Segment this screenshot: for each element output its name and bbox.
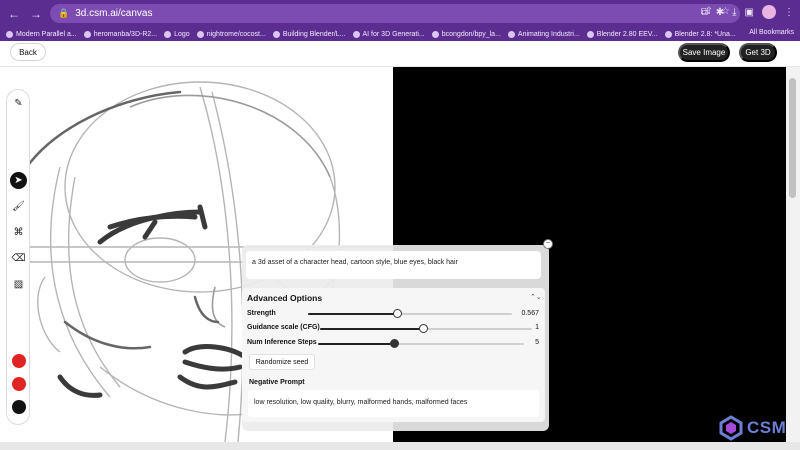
csm-logo: CSM	[718, 415, 786, 441]
bookmark-favicon-icon	[664, 30, 672, 38]
brush-icon[interactable]: 🖌	[10, 198, 27, 215]
bookmark-item[interactable]: Blender 2.8: *Una...	[664, 30, 736, 38]
advanced-options-title[interactable]: Advanced Options	[247, 293, 322, 303]
strength-value: 0.567	[521, 310, 539, 317]
strength-slider-track[interactable]	[308, 313, 512, 315]
bookmark-favicon-icon	[196, 30, 204, 38]
bookmarks-bar: Modern Parallel a... heromanba/3D-R2... …	[0, 27, 800, 41]
inference-slider-fill	[318, 343, 395, 345]
forward-arrow-icon[interactable]: →	[28, 6, 44, 22]
chevron-updown-icon[interactable]: ⌃⌄	[530, 293, 542, 301]
inference-value: 5	[535, 339, 539, 346]
bookmark-item[interactable]: Building Blender/L...	[272, 30, 346, 38]
strength-label: Strength	[247, 310, 276, 317]
inference-slider-track[interactable]	[318, 343, 524, 345]
bookmark-favicon-icon	[431, 30, 439, 38]
puzzle-icon[interactable]: ✱	[716, 7, 724, 18]
inference-slider-thumb[interactable]	[389, 339, 399, 348]
shapes-icon[interactable]: ⌘	[10, 224, 27, 241]
profile-avatar[interactable]	[762, 5, 776, 19]
strength-slider-fill	[308, 313, 398, 315]
negative-prompt-label: Negative Prompt	[249, 379, 305, 386]
address-bar[interactable]: 🔒 3d.csm.ai/canvas	[50, 4, 740, 23]
save-image-button[interactable]: Save Image	[678, 43, 730, 62]
bookmark-item[interactable]: AI for 3D Generati...	[352, 30, 425, 38]
extension-icon[interactable]: ⧉	[701, 7, 708, 18]
color-swatch-black[interactable]	[12, 400, 26, 414]
prompt-input[interactable]: a 3d asset of a character head, cartoon …	[246, 251, 541, 279]
guidance-scale-label: Guidance scale (CFG)	[247, 324, 320, 331]
eraser-icon[interactable]: ⌫	[10, 250, 27, 267]
url-text: 3d.csm.ai/canvas	[75, 8, 153, 19]
bookmark-favicon-icon	[507, 30, 515, 38]
color-swatch-red-1[interactable]	[12, 354, 26, 368]
bookmark-item[interactable]: Blender 2.80 EEV...	[586, 30, 658, 38]
all-bookmarks-link[interactable]: All Bookmarks	[749, 29, 794, 36]
status-strip	[0, 442, 800, 450]
inference-steps-label: Num Inference Steps	[247, 339, 317, 346]
randomize-seed-button[interactable]: Randomize seed	[249, 354, 315, 370]
bookmark-item[interactable]: nightrome/cocost...	[196, 30, 266, 38]
close-panel-icon[interactable]: −	[543, 239, 553, 249]
bookmark-favicon-icon	[586, 30, 594, 38]
bookmark-favicon-icon	[352, 30, 360, 38]
sidebar-icon[interactable]: ▣	[745, 7, 754, 18]
lock-icon: 🔒	[58, 8, 70, 18]
bookmark-item[interactable]: Modern Parallel a...	[6, 30, 77, 38]
image-icon[interactable]: ▨	[10, 276, 27, 293]
page-scrollbar-thumb[interactable]	[789, 78, 796, 198]
bookmark-item[interactable]: heromanba/3D-R2...	[83, 30, 157, 38]
bookmark-item[interactable]: bcongdon/bpy_la...	[431, 30, 501, 38]
bookmark-favicon-icon	[6, 30, 13, 38]
app-header: Back Save Image Get 3D	[0, 41, 800, 67]
bookmark-favicon-icon	[83, 30, 91, 38]
kebab-menu-icon[interactable]: ⋮	[784, 7, 794, 18]
bookmark-item[interactable]: Logo	[164, 30, 190, 38]
back-button[interactable]: Back	[10, 43, 46, 61]
negative-prompt-input[interactable]: low resolution, low quality, blurry, mal…	[248, 390, 539, 417]
download-icon[interactable]: ⤓	[732, 7, 736, 18]
pointer-icon[interactable]: ➤	[10, 172, 27, 189]
bookmark-favicon-icon	[164, 30, 172, 38]
bookmark-item[interactable]: Animating Industri...	[507, 30, 580, 38]
csm-logo-text: CSM	[747, 418, 787, 437]
drawing-toolbar: ✎ ➤ 🖌 ⌘ ⌫ ▨	[6, 89, 30, 425]
get-3d-button[interactable]: Get 3D	[739, 43, 777, 62]
browser-actions: ⧉ ✱ ⤓ ▣ ⋮	[701, 5, 794, 19]
back-arrow-icon[interactable]: ←	[6, 6, 22, 22]
guidance-value: 1	[535, 324, 539, 331]
color-swatch-red-2[interactable]	[12, 377, 26, 391]
bookmark-favicon-icon	[272, 30, 280, 38]
brush-cleanup-icon[interactable]: ✎	[10, 95, 27, 112]
csm-logo-mark	[719, 415, 743, 441]
guidance-slider-fill	[320, 328, 424, 330]
